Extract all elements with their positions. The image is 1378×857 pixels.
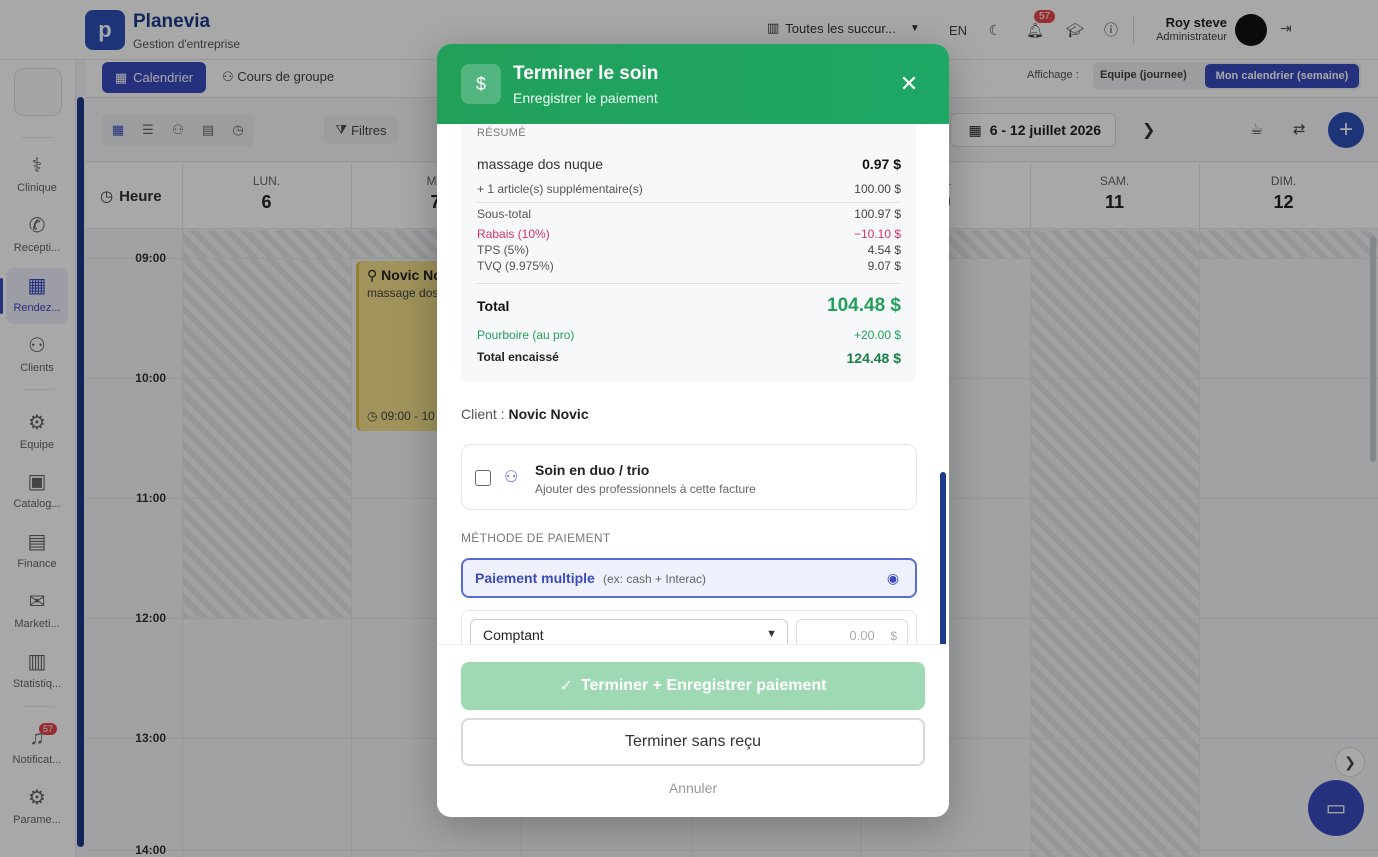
check-circle-icon: ✓ xyxy=(559,678,573,695)
tps-row: TPS (5%) 4.54 $ xyxy=(477,243,901,257)
toggle-on-icon[interactable]: ◉ xyxy=(883,568,903,588)
payment-method-select[interactable]: Comptant ▼ xyxy=(470,619,788,644)
collected-value: 124.48 $ xyxy=(846,350,902,366)
service-price: 0.97 $ xyxy=(862,156,901,172)
modal-subtitle: Enregistrer le paiement xyxy=(513,90,658,106)
payment-amount-input[interactable]: 0.00 $ xyxy=(796,619,908,644)
modal-title: Terminer le soin xyxy=(513,63,659,84)
chevron-down-icon: ▼ xyxy=(766,628,777,640)
subtotal-label: Sous-total xyxy=(477,207,532,221)
payment-method-value: Comptant xyxy=(483,627,544,643)
discount-label: Rabais (10%) xyxy=(477,227,550,241)
finish-and-pay-button[interactable]: ✓ Terminer + Enregistrer paiement xyxy=(461,662,925,710)
close-icon[interactable]: ✕ xyxy=(897,71,921,96)
divider xyxy=(477,283,901,284)
divider xyxy=(477,202,901,203)
tps-value: 4.54 $ xyxy=(867,243,901,257)
duo-trio-title: Soin en duo / trio xyxy=(535,462,650,478)
finish-without-receipt-button[interactable]: Terminer sans reçu xyxy=(461,718,925,766)
collected-label: Total encaissé xyxy=(477,350,559,364)
payment-amount-placeholder: 0.00 xyxy=(849,628,875,643)
summary-card: RÉSUMÉ massage dos nuque 0.97 $ + 1 arti… xyxy=(461,124,916,382)
extra-price: 100.00 $ xyxy=(854,182,901,196)
discount-row: Rabais (10%) −10.10 $ xyxy=(477,227,901,241)
service-name: massage dos nuque xyxy=(477,156,604,172)
extra-label: + 1 article(s) supplémentaire(s) xyxy=(477,182,643,196)
subtotal-row: Sous-total 100.97 $ xyxy=(477,207,901,221)
tps-label: TPS (5%) xyxy=(477,243,530,257)
duo-trio-checkbox[interactable] xyxy=(475,470,491,486)
client-info: Client : Novic Novic xyxy=(461,406,589,422)
tvq-row: TVQ (9.975%) 9.07 $ xyxy=(477,259,901,273)
cancel-button[interactable]: Annuler xyxy=(461,780,925,796)
currency-symbol: $ xyxy=(890,629,897,643)
client-name: Novic Novic xyxy=(508,406,589,422)
total-value: 104.48 $ xyxy=(827,295,901,316)
modal-header: $ Terminer le soin Enregistrer le paieme… xyxy=(437,44,949,124)
collected-row: Total encaissé 124.48 $ xyxy=(477,350,901,366)
modal-scrollbar[interactable] xyxy=(940,472,946,644)
finish-and-pay-label: Terminer + Enregistrer paiement xyxy=(580,677,827,694)
tvq-value: 9.07 $ xyxy=(867,259,901,273)
multiple-payment-toggle[interactable]: Paiement multiple (ex: cash + Interac) ◉ xyxy=(461,558,917,598)
client-label: Client : xyxy=(461,406,505,422)
total-label: Total xyxy=(477,298,510,314)
subtotal-value: 100.97 $ xyxy=(854,207,901,221)
tvq-label: TVQ (9.975%) xyxy=(477,259,554,273)
payment-method-label: MÉTHODE DE PAIEMENT xyxy=(461,531,611,545)
tip-row: Pourboire (au pro) +20.00 $ xyxy=(477,328,901,342)
service-row: massage dos nuque 0.97 $ xyxy=(477,156,901,172)
finish-treatment-modal: $ Terminer le soin Enregistrer le paieme… xyxy=(437,44,949,817)
multiple-payment-title: Paiement multiple xyxy=(475,570,595,586)
tip-value: +20.00 $ xyxy=(853,328,901,342)
total-row: Total 104.48 $ xyxy=(477,295,901,317)
duo-trio-description: Ajouter des professionnels à cette factu… xyxy=(535,482,756,496)
modal-footer: ✓ Terminer + Enregistrer paiement Termin… xyxy=(437,644,949,817)
multiple-payment-hint: (ex: cash + Interac) xyxy=(603,572,707,586)
summary-header: RÉSUMÉ xyxy=(477,127,901,139)
tip-label: Pourboire (au pro) xyxy=(477,328,575,342)
duo-trio-option[interactable]: ⚇ Soin en duo / trio Ajouter des profess… xyxy=(461,444,917,510)
users-icon: ⚇ xyxy=(504,469,519,486)
dollar-icon: $ xyxy=(461,64,501,104)
discount-value: −10.10 $ xyxy=(853,227,901,241)
modal-body: RÉSUMÉ massage dos nuque 0.97 $ + 1 arti… xyxy=(437,124,949,644)
payment-line: Comptant ▼ 0.00 $ xyxy=(461,610,917,644)
extra-row: + 1 article(s) supplémentaire(s) 100.00 … xyxy=(477,182,901,196)
summary-label: RÉSUMÉ xyxy=(477,127,526,139)
